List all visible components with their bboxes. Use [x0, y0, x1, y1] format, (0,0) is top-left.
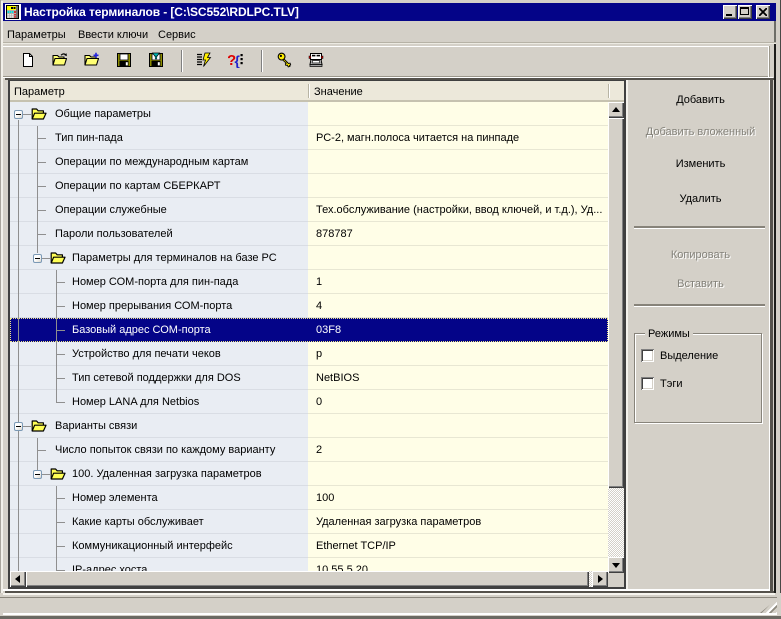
svg-text:{: { — [235, 53, 241, 69]
